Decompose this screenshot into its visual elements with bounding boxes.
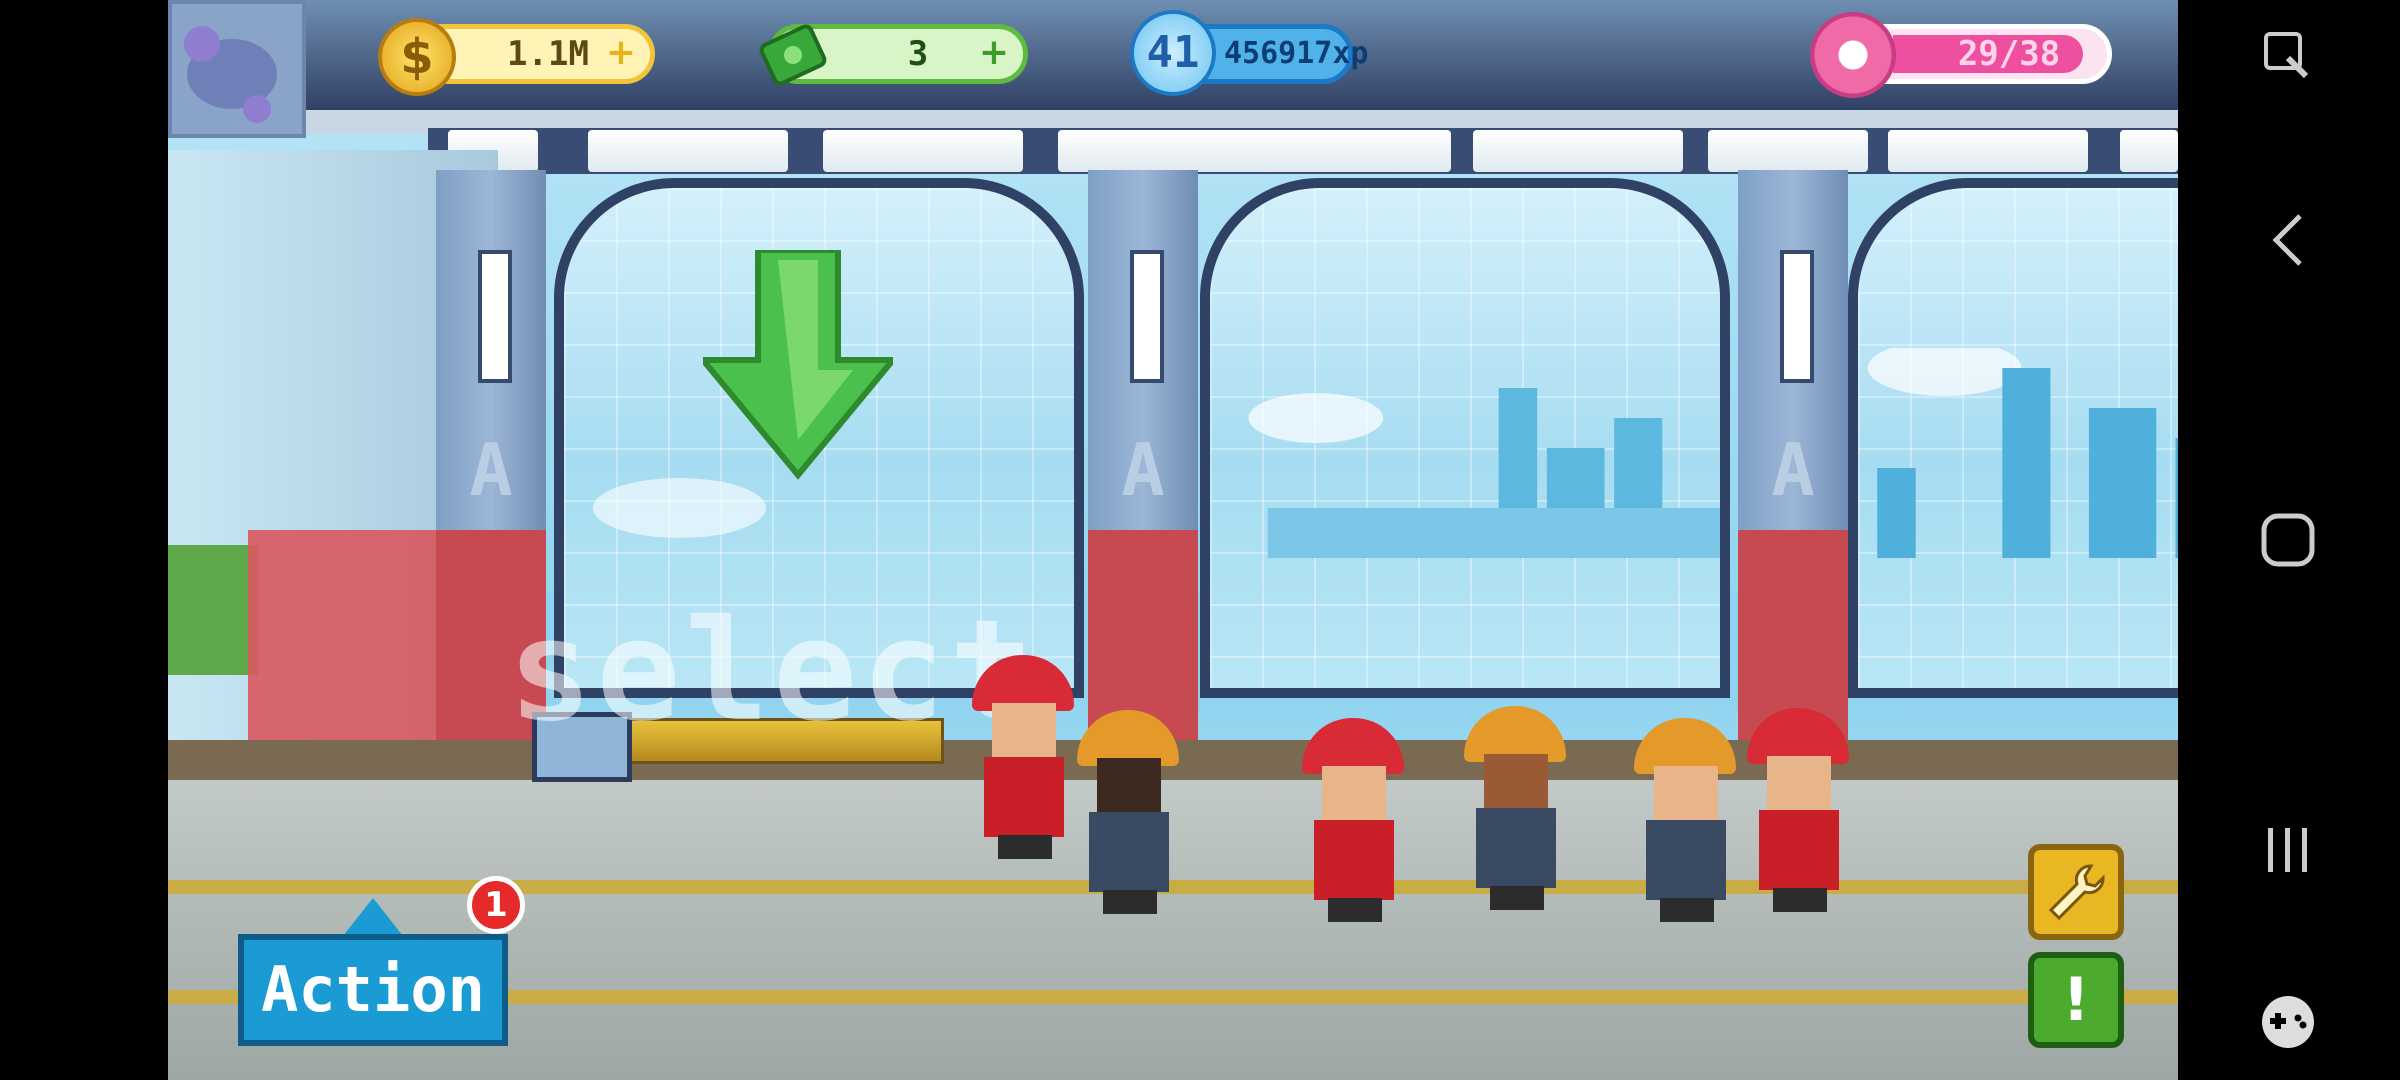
exclamation-icon: ! (2062, 965, 2090, 1035)
alert-button[interactable]: ! (2028, 952, 2124, 1048)
station-window (1848, 178, 2178, 698)
recents-icon[interactable] (2258, 820, 2318, 880)
donut-value: 29/38 (1957, 34, 2061, 74)
worker-legs (1103, 890, 1157, 914)
action-notification-badge: 1 (467, 876, 525, 934)
game-viewport[interactable]: A A A select 1.1M + $ 3 + 456917xp 41 29… (168, 0, 2178, 1080)
pillar-lamp (478, 250, 512, 383)
ceiling-light (2120, 130, 2178, 172)
pillar-lamp (1780, 250, 1814, 383)
wrench-icon (2048, 864, 2105, 921)
ceiling-light (1473, 130, 1683, 172)
map-avatar-button[interactable] (168, 0, 306, 138)
worker-face (1654, 766, 1718, 822)
ceiling-light (1888, 130, 2088, 172)
worker-face (1097, 758, 1161, 814)
ceiling-light (823, 130, 1023, 172)
add-cash-button[interactable]: + (979, 35, 1009, 71)
worker-legs (1328, 898, 1382, 922)
worker-jacket (1646, 820, 1726, 900)
city-skyline (1867, 348, 2178, 558)
select-hint-text: select (508, 590, 1038, 753)
worker-legs (1660, 898, 1714, 922)
station-pillar: A (1088, 170, 1198, 780)
pillar-logo: A (1121, 428, 1165, 512)
worker-legs (1773, 888, 1827, 912)
worker-jacket (1089, 812, 1169, 892)
bush (168, 545, 258, 675)
worker-legs (998, 835, 1052, 859)
station-pillar: A (1738, 170, 1848, 780)
level-value: 41 (1146, 27, 1200, 78)
elephant-icon (184, 26, 277, 123)
down-arrow-icon (703, 250, 893, 480)
android-nav-bar (2178, 0, 2400, 1080)
worker-face (1484, 754, 1548, 810)
coins-value: 1.1M (507, 34, 589, 74)
worker-face (1322, 766, 1386, 822)
pillar-lamp (1130, 250, 1164, 383)
back-icon[interactable] (2264, 210, 2314, 270)
home-icon[interactable] (2258, 510, 2318, 570)
worker-jacket (1759, 810, 1839, 890)
donut-icon (1810, 12, 1896, 98)
pillar-logo: A (1771, 428, 1815, 512)
city-skyline (1248, 388, 1720, 558)
worker-jacket (1476, 808, 1556, 888)
worker-legs (1490, 886, 1544, 910)
cash-icon (759, 24, 827, 86)
pillar-logo: A (469, 428, 513, 512)
level-star-icon: 41 (1130, 10, 1216, 96)
worker-face (1767, 756, 1831, 812)
xp-value: 456917xp (1224, 36, 1369, 71)
gamepad-icon[interactable] (2256, 992, 2320, 1052)
worker-face (992, 703, 1056, 759)
repair-button[interactable] (2028, 844, 2124, 940)
action-button[interactable]: Action (238, 934, 508, 1046)
ceiling-light (1708, 130, 1868, 172)
screenshot-icon[interactable] (2258, 28, 2318, 88)
ceiling-light (588, 130, 788, 172)
worker-jacket (984, 757, 1064, 837)
ceiling-light (1058, 130, 1258, 172)
add-coins-button[interactable]: + (606, 35, 636, 71)
action-tab (343, 898, 403, 936)
ceiling-light (1241, 130, 1451, 172)
cash-value: 3 (907, 34, 929, 74)
coin-icon: $ (378, 18, 456, 96)
worker-jacket (1314, 820, 1394, 900)
station-window (1200, 178, 1730, 698)
